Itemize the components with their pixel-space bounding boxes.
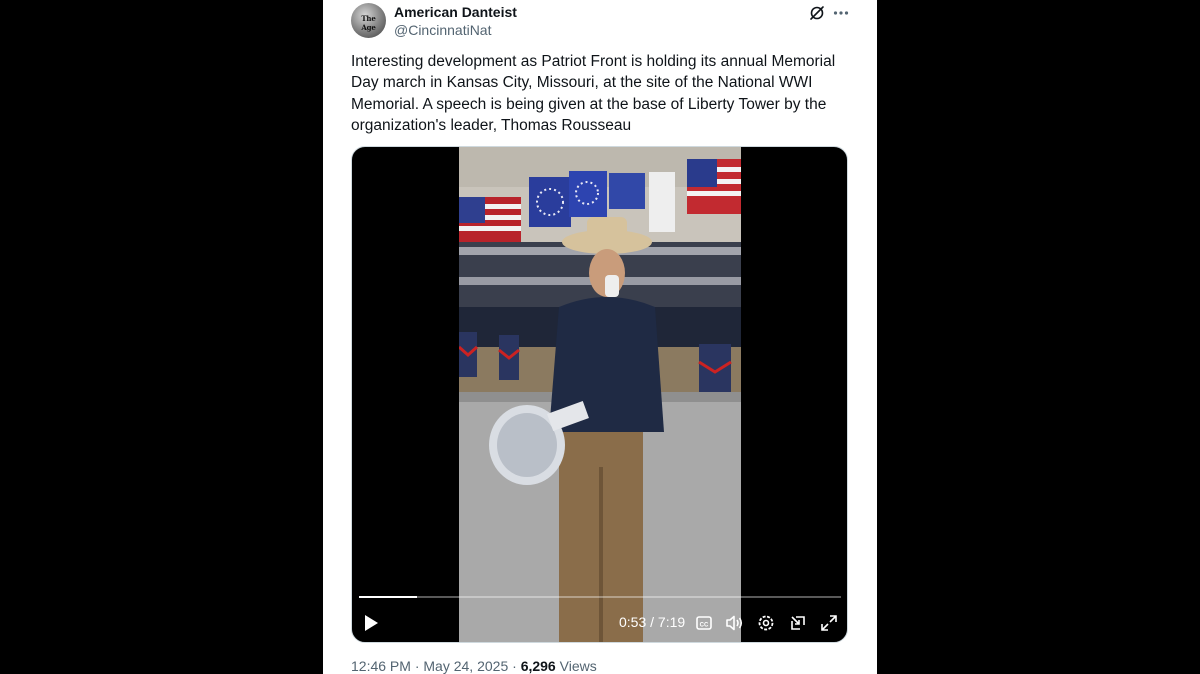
time-display: 0:53 / 7:19 xyxy=(619,614,685,630)
views-count: 6,296 xyxy=(520,658,556,674)
views-label: Views xyxy=(555,658,597,674)
progress-fill xyxy=(359,596,418,598)
display-name[interactable]: American Danteist xyxy=(394,4,517,20)
separator-dot: · xyxy=(410,658,424,674)
video-frame[interactable] xyxy=(459,147,741,642)
avatar-text: The Age xyxy=(361,14,376,32)
duration: 7:19 xyxy=(657,614,686,630)
play-icon[interactable] xyxy=(362,614,380,632)
volume-icon[interactable] xyxy=(724,613,744,633)
popout-icon[interactable] xyxy=(788,613,808,633)
tweet-date[interactable]: May 24, 2025 xyxy=(423,658,508,674)
progress-bar[interactable] xyxy=(359,596,841,598)
grok-icon[interactable] xyxy=(809,5,825,21)
avatar[interactable]: The Age xyxy=(351,3,386,38)
current-time: 0:53 xyxy=(619,614,647,630)
svg-text:CC: CC xyxy=(700,623,709,629)
video-player[interactable]: 0:53 / 7:19 CC xyxy=(351,146,848,643)
captions-icon[interactable]: CC xyxy=(694,613,714,633)
tweet-time[interactable]: 12:46 PM xyxy=(351,658,411,674)
tweet-text: Interesting development as Patriot Front… xyxy=(351,53,836,134)
user-handle[interactable]: @CincinnatiNat xyxy=(394,22,491,38)
tweet-metadata: 12:46 PM · May 24, 2025 · 6,296 Views xyxy=(351,658,597,674)
fullscreen-icon[interactable] xyxy=(819,613,839,633)
separator-dot: · xyxy=(508,658,521,674)
time-separator: / xyxy=(646,614,658,630)
more-icon[interactable] xyxy=(832,4,850,22)
settings-icon[interactable] xyxy=(756,613,776,633)
tweet-card: The Age American Danteist @CincinnatiNat… xyxy=(323,0,877,674)
